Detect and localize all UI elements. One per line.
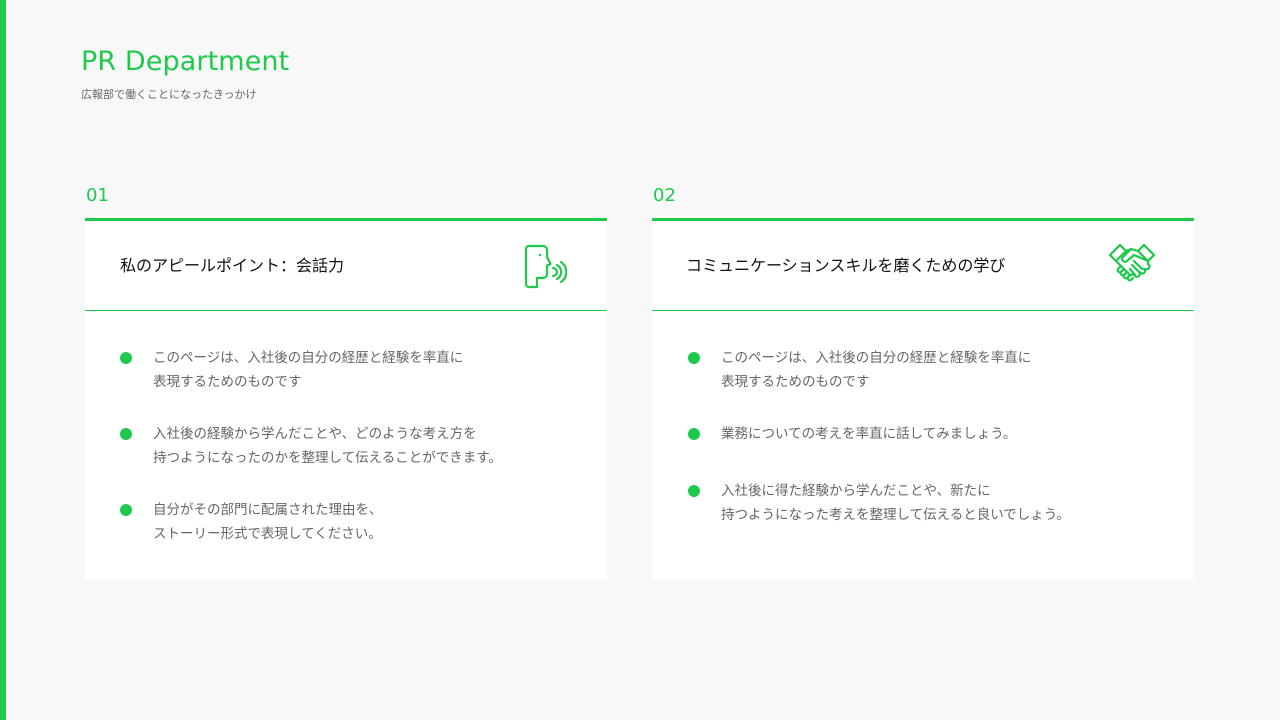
bullet-text: このページは、入社後の自分の経歴と経験を率直に 表現するためのものです xyxy=(721,350,1032,390)
bullet-list: このページは、入社後の自分の経歴と経験を率直に 表現するためのものです 入社後の… xyxy=(85,311,607,546)
list-item: 入社後に得た経験から学んだことや、新たに 持つようになった考えを整理して伝えると… xyxy=(688,479,1174,527)
card-number: 02 xyxy=(653,185,676,206)
list-item: 入社後の経験から学んだことや、どのような考え方を 持つようになったのかを整理して… xyxy=(120,422,587,470)
bullet-dot xyxy=(120,352,132,364)
bullet-text: 入社後に得た経験から学んだことや、新たに 持つようになった考えを整理して伝えると… xyxy=(721,483,1070,523)
bullet-dot xyxy=(688,485,700,497)
page-subtitle: 広報部で働くことになったきっかけ xyxy=(81,88,257,101)
card-panel: コミュニケーションスキルを磨くための学び このページは、入社後の自分の経歴と経験… xyxy=(652,218,1194,580)
bullet-text: このページは、入社後の自分の経歴と経験を率直に 表現するためのものです xyxy=(153,350,464,390)
handshake-icon xyxy=(1106,240,1158,292)
card-02: 02 コミュニケーションスキルを磨くための学び このページは、入社後の自分の経歴… xyxy=(652,185,1194,580)
page-header: PR Department 広報部で働くことになったきっかけ xyxy=(81,44,289,102)
left-accent-bar xyxy=(0,0,6,720)
bullet-text: 自分がその部門に配属された理由を、 ストーリー形式で表現してください。 xyxy=(153,502,383,542)
list-item: このページは、入社後の自分の経歴と経験を率直に 表現するためのものです xyxy=(120,346,587,394)
bullet-list: このページは、入社後の自分の経歴と経験を率直に 表現するためのものです 業務につ… xyxy=(652,311,1194,527)
card-panel: 私のアピールポイント：会話力 このページは、入社後の自分の経歴と経験を率直に 表… xyxy=(85,218,607,580)
bullet-text: 業務についての考えを率直に話してみましょう。 xyxy=(721,426,1017,442)
speaking-person-icon xyxy=(519,240,571,292)
card-number: 01 xyxy=(86,185,109,206)
card-title: コミュニケーションスキルを磨くための学び xyxy=(686,255,1006,275)
card-header: 私のアピールポイント：会話力 xyxy=(85,221,607,311)
list-item: 業務についての考えを率直に話してみましょう。 xyxy=(688,422,1174,446)
bullet-dot xyxy=(688,352,700,364)
card-01: 01 私のアピールポイント：会話力 このページは、入社後の自分の経歴と経験を率直… xyxy=(85,185,607,580)
card-title: 私のアピールポイント：会話力 xyxy=(120,255,345,275)
card-header: コミュニケーションスキルを磨くための学び xyxy=(652,221,1194,311)
list-item: 自分がその部門に配属された理由を、 ストーリー形式で表現してください。 xyxy=(120,498,587,546)
list-item: このページは、入社後の自分の経歴と経験を率直に 表現するためのものです xyxy=(688,346,1174,394)
bullet-dot xyxy=(120,428,132,440)
bullet-dot xyxy=(120,504,132,516)
bullet-dot xyxy=(688,428,700,440)
page-title: PR Department xyxy=(81,46,290,77)
bullet-text: 入社後の経験から学んだことや、どのような考え方を 持つようになったのかを整理して… xyxy=(153,426,502,466)
